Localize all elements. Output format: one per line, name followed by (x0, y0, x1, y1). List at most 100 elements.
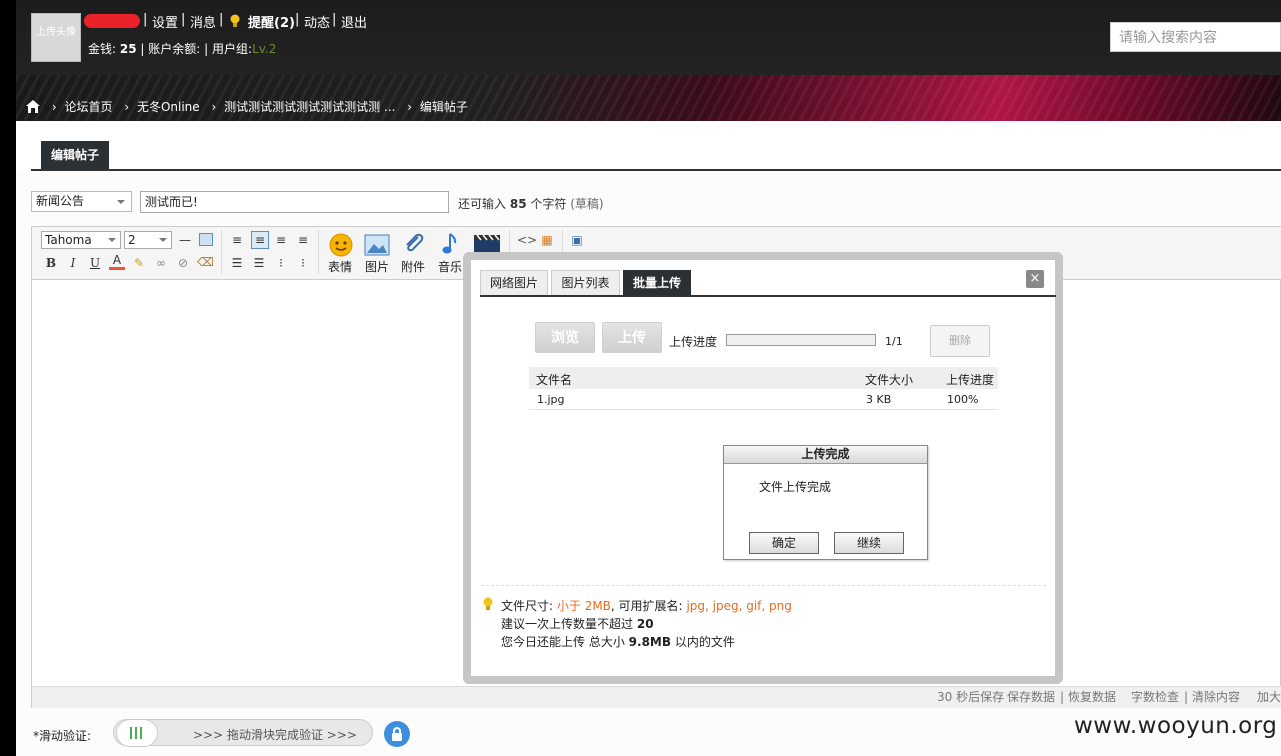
image-icon[interactable] (364, 234, 390, 256)
progress-label: 上传进度 (669, 335, 718, 349)
remain-prefix: 还可输入 (458, 197, 507, 211)
italic-icon[interactable]: I (65, 255, 81, 271)
breadcrumb-current: 编辑帖子 (419, 100, 468, 114)
emoji-button-label[interactable]: 表情 (328, 258, 352, 275)
separator: | (140, 42, 145, 56)
attachment-button-label[interactable]: 附件 (401, 258, 425, 275)
activity-link[interactable]: 动态 (304, 12, 330, 31)
bold-icon[interactable]: B (43, 255, 59, 271)
file-size-cell: 3 KB (866, 393, 892, 406)
draft-link[interactable]: (草稿) (570, 197, 603, 211)
chevron-down-icon (108, 238, 116, 242)
hint3-value: 9.8MB (628, 635, 672, 649)
breadcrumb-board[interactable]: 无冬Online (137, 100, 200, 114)
hint3-suffix: 以内的文件 (674, 635, 735, 649)
underline-icon[interactable]: U (87, 255, 103, 271)
tab-image-list[interactable]: 图片列表 (551, 270, 620, 295)
text-color-icon[interactable]: A (109, 254, 125, 270)
separator: | (143, 12, 148, 27)
toolbar-divider (562, 230, 563, 252)
gold-value: 25 (119, 42, 137, 56)
font-size-select[interactable]: 2 (124, 231, 172, 249)
toolbar-divider (318, 230, 319, 274)
unlink-icon[interactable]: ⊘ (175, 255, 191, 271)
align-left-icon[interactable]: ≡ (229, 232, 245, 248)
ok-button[interactable]: 确定 (749, 532, 819, 554)
hint-line-1: 文件尺寸: 小于 2MB, 可用扩展名: jpg, jpeg, gif, png (501, 597, 792, 614)
font-family-value: Tahoma (45, 233, 92, 247)
username-redacted[interactable] (84, 14, 140, 28)
code-icon[interactable]: <> (517, 232, 537, 248)
enlarge-link[interactable]: 加大 (1257, 687, 1281, 708)
lightbulb-icon (483, 597, 493, 610)
close-icon[interactable]: × (1026, 270, 1044, 288)
slider-handle[interactable] (116, 719, 158, 747)
chevron-right-icon: › (51, 100, 57, 114)
logout-link[interactable]: 退出 (341, 12, 367, 31)
settings-link[interactable]: 设置 (152, 12, 178, 31)
font-size-value: 2 (128, 233, 136, 247)
remain-suffix: 个字符 (530, 197, 567, 211)
category-value: 新闻公告 (36, 194, 85, 208)
progress-count: 1/1 (885, 335, 903, 348)
horizontal-rule-icon[interactable]: — (177, 232, 193, 248)
quote-icon[interactable]: ▦ (539, 232, 555, 248)
balance-label[interactable]: 账户余额: (148, 42, 200, 56)
link-icon[interactable]: ∞ (153, 255, 169, 271)
music-icon[interactable] (441, 232, 461, 256)
reminders-link[interactable]: 提醒(2) (248, 12, 295, 31)
avatar[interactable]: 上传头像 (31, 13, 81, 62)
category-select[interactable]: 新闻公告 (31, 191, 132, 212)
highlight-icon[interactable]: ✎ (131, 255, 147, 271)
separator: | (1060, 690, 1065, 704)
template-icon[interactable]: ▣ (569, 232, 585, 248)
table-icon[interactable] (199, 233, 213, 246)
home-icon[interactable] (26, 100, 40, 113)
image-button-label[interactable]: 图片 (365, 258, 389, 275)
title-input[interactable]: 测试而已! (140, 191, 449, 213)
unordered-list-icon[interactable]: ⁝ (295, 255, 311, 271)
ordered-list-icon[interactable]: ⁝ (273, 255, 289, 271)
restore-data-link[interactable]: 恢复数据 (1068, 687, 1116, 708)
upload-button[interactable]: 上传 (602, 322, 662, 353)
char-remaining: 还可输入 85 个字符 (草稿) (458, 195, 604, 212)
chevron-down-icon (159, 238, 167, 242)
browse-button[interactable]: 浏览 (535, 322, 595, 353)
indent-icon[interactable]: ☰ (229, 255, 245, 271)
tab-edit-post[interactable]: 编辑帖子 (41, 141, 109, 169)
align-center-icon[interactable]: ≡ (273, 232, 289, 248)
tab-web-image[interactable]: 网络图片 (480, 270, 548, 295)
upload-progress-bar (726, 334, 876, 346)
continue-button[interactable]: 继续 (834, 532, 904, 554)
separator: | (204, 42, 209, 56)
align-right-icon[interactable]: ≡ (295, 232, 311, 248)
watermark: www.wooyun.org (1074, 713, 1278, 739)
separator: | (332, 12, 337, 27)
outdent-icon[interactable]: ☰ (251, 255, 267, 271)
delete-button[interactable]: 删除 (930, 325, 990, 357)
group-label: 用户组: (212, 42, 253, 56)
lightbulb-icon (230, 14, 240, 27)
font-family-select[interactable]: Tahoma (41, 231, 121, 249)
tab-batch-upload[interactable]: 批量上传 (623, 270, 691, 295)
breadcrumb-thread[interactable]: 测试测试测试测试测试测试测 ... (224, 100, 395, 114)
table-row-divider (529, 409, 998, 410)
clear-format-icon[interactable]: ⌫ (197, 254, 214, 270)
hint2-value: 20 (636, 617, 654, 631)
separator: | (181, 12, 186, 27)
group-value[interactable]: Lv.2 (252, 42, 276, 56)
col-filename: 文件名 (536, 373, 573, 387)
save-data-link[interactable]: 保存数据 (1007, 687, 1055, 708)
editor-status-bar: 30 秒后保存 保存数据 | 恢复数据 字数检查 | 清除内容 加大 (32, 686, 1281, 708)
lock-icon (384, 721, 410, 747)
attachment-icon[interactable] (401, 232, 425, 256)
word-count-link[interactable]: 字数检查 (1131, 687, 1179, 708)
align-left-active-icon[interactable]: ≡ (251, 231, 269, 249)
music-button-label[interactable]: 音乐 (438, 258, 462, 275)
ext-value: jpg, jpeg, gif, png (686, 599, 792, 613)
clear-content-link[interactable]: 清除内容 (1192, 687, 1240, 708)
breadcrumb-forum-home[interactable]: 论坛首页 (64, 100, 112, 114)
search-input[interactable]: 请输入搜索内容 (1110, 22, 1281, 52)
messages-link[interactable]: 消息 (190, 12, 216, 31)
emoji-icon[interactable] (328, 232, 354, 258)
